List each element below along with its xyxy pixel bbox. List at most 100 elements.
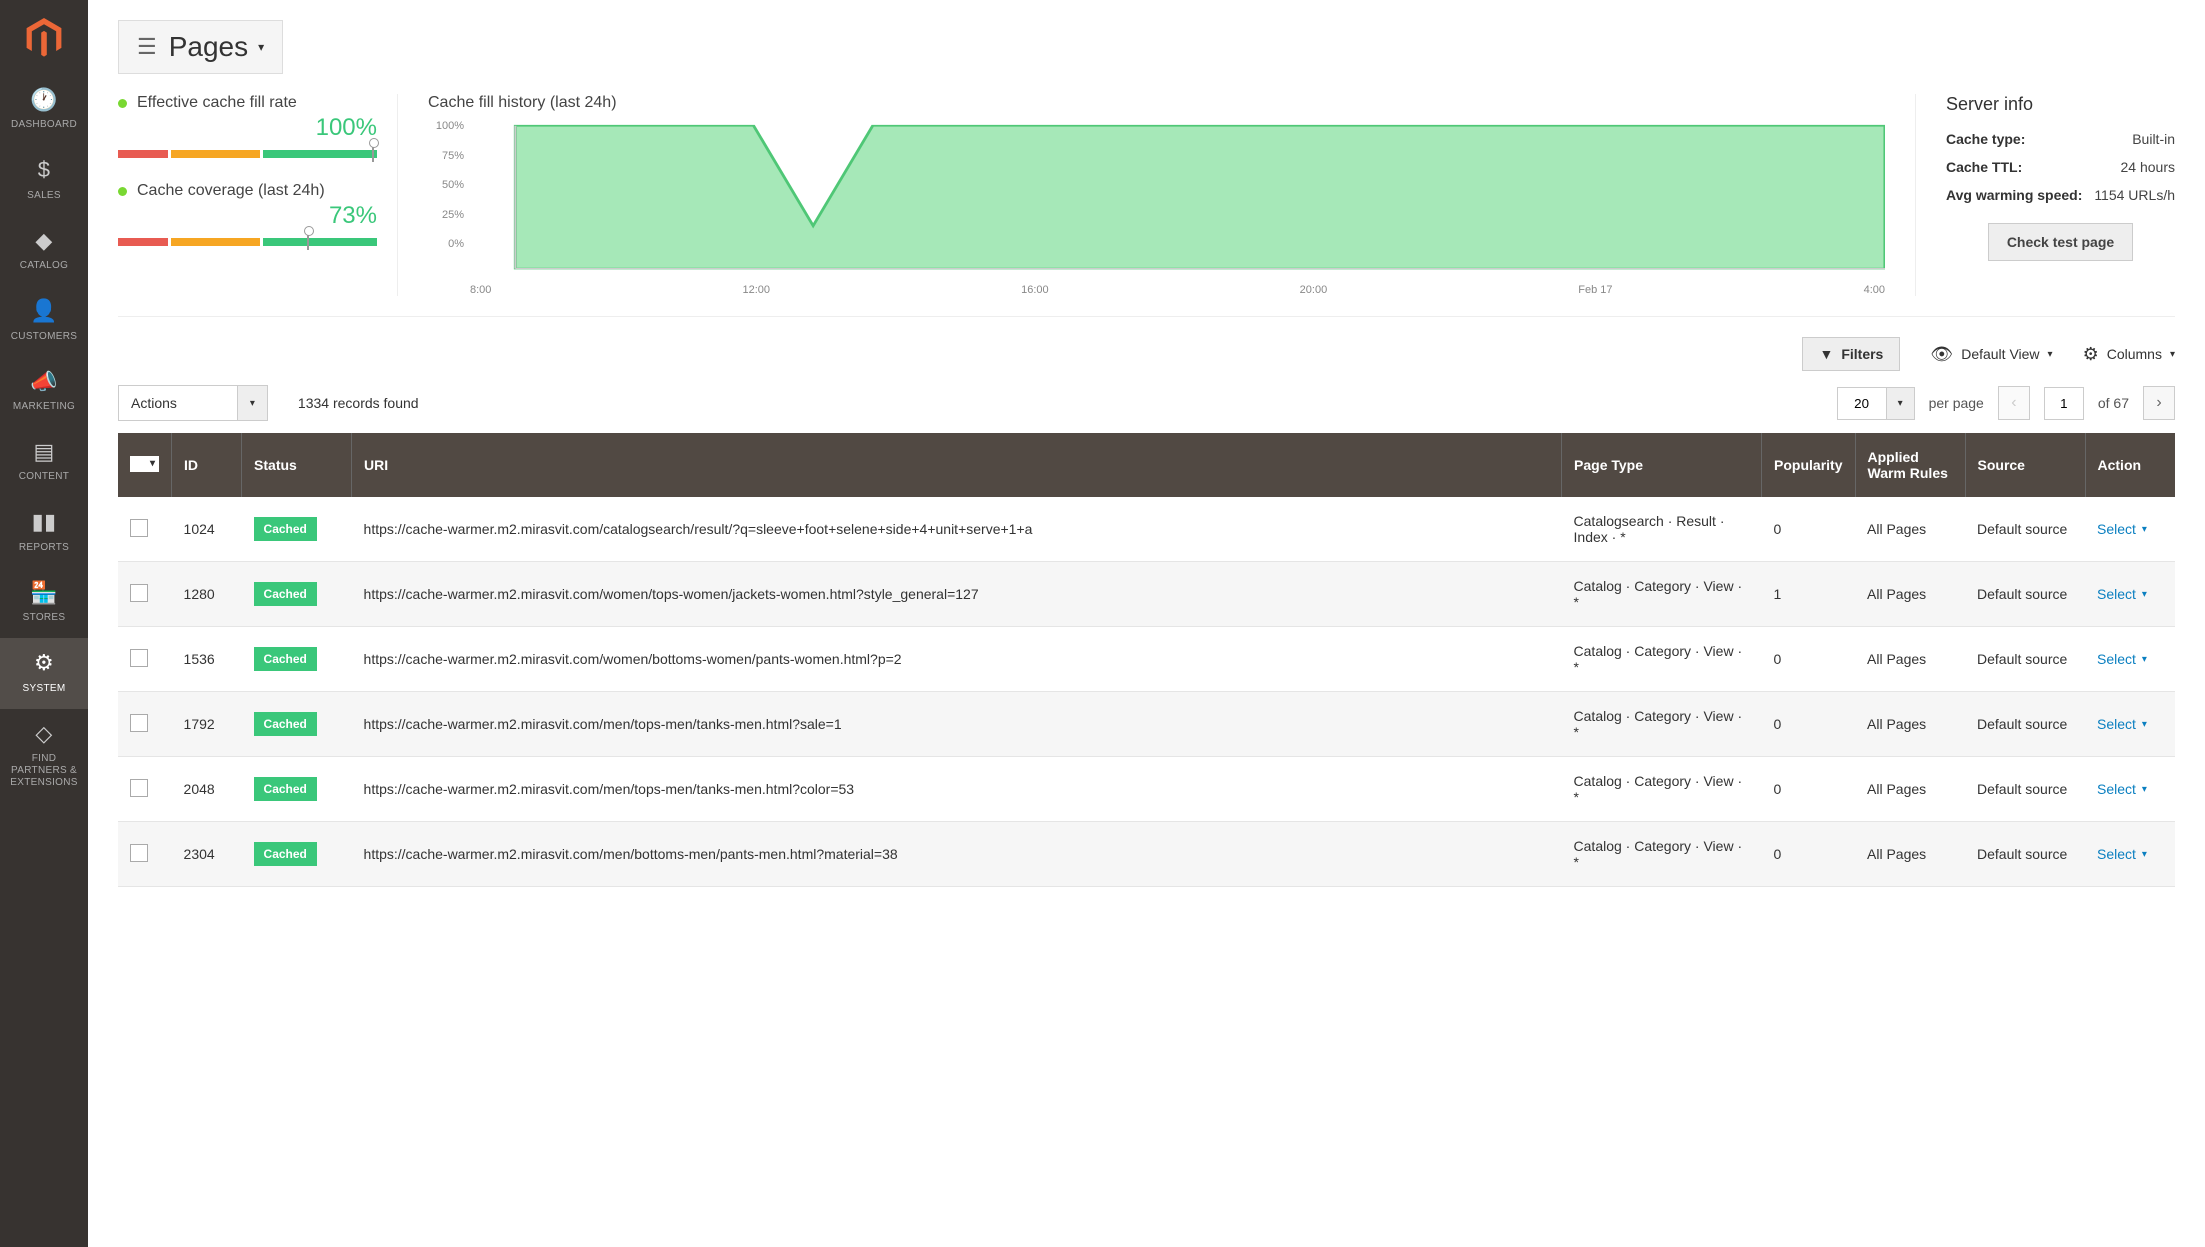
nav-marketing[interactable]: 📣 MARKETING [0, 357, 88, 427]
cell-rules: All Pages [1855, 562, 1965, 627]
chart-title: Cache fill history (last 24h) [428, 94, 1885, 112]
col-popularity[interactable]: Popularity [1762, 433, 1855, 497]
default-view-label: Default View [1961, 346, 2039, 362]
check-test-page-button[interactable]: Check test page [1988, 223, 2133, 261]
current-page-input[interactable] [2044, 387, 2084, 420]
chevron-down-icon: ▾ [238, 385, 268, 421]
row-checkbox[interactable] [130, 714, 148, 732]
coverage-value: 73% [118, 202, 377, 230]
chevron-down-icon: ▾ [2142, 654, 2147, 665]
cell-popularity: 0 [1762, 497, 1855, 562]
page-of-label: of 67 [2098, 395, 2129, 411]
nav-reports[interactable]: ▮▮REPORTS [0, 497, 88, 567]
chevron-down-icon: ▾ [1887, 387, 1915, 420]
row-action-select[interactable]: Select ▾ [2097, 586, 2147, 602]
row-checkbox[interactable] [130, 649, 148, 667]
col-status[interactable]: Status [242, 433, 352, 497]
row-checkbox[interactable] [130, 584, 148, 602]
row-action-select[interactable]: Select ▾ [2097, 781, 2147, 797]
cell-id: 1792 [172, 692, 242, 757]
mass-actions-dropdown[interactable]: Actions ▾ [118, 385, 268, 421]
cache-history-chart: Cache fill history (last 24h) 100%75%50%… [398, 94, 1915, 296]
filters-label: Filters [1841, 346, 1883, 362]
status-badge: Cached [254, 582, 317, 606]
nav-sales[interactable]: $SALES [0, 145, 88, 215]
cell-uri: https://cache-warmer.m2.mirasvit.com/men… [352, 757, 1562, 822]
server-info-val: 24 hours [2121, 159, 2175, 175]
cell-rules: All Pages [1855, 757, 1965, 822]
funnel-icon: ▼ [1819, 346, 1833, 362]
nav-system[interactable]: ⚙SYSTEM [0, 638, 88, 708]
cell-source: Default source [1965, 692, 2085, 757]
col-action[interactable]: Action [2085, 433, 2175, 497]
next-page-button[interactable]: › [2143, 386, 2175, 420]
nav-label: MARKETING [13, 401, 75, 413]
row-action-select[interactable]: Select ▾ [2097, 521, 2147, 537]
cache-metrics: Effective cache fill rate 100% Cache cov… [118, 94, 398, 296]
cell-rules: All Pages [1855, 692, 1965, 757]
content-icon: ▤ [33, 439, 54, 465]
marketing-icon: 📣 [30, 369, 58, 395]
cell-uri: https://cache-warmer.m2.mirasvit.com/men… [352, 692, 1562, 757]
columns-dropdown[interactable]: ⚙ Columns ▾ [2083, 344, 2175, 365]
cell-id: 2048 [172, 757, 242, 822]
records-found: 1334 records found [298, 395, 419, 411]
nav-customers[interactable]: 👤CUSTOMERS [0, 286, 88, 356]
col-id[interactable]: ID [172, 433, 242, 497]
default-view-dropdown[interactable]: 👁 Default View ▾ [1930, 344, 2052, 365]
cell-uri: https://cache-warmer.m2.mirasvit.com/wom… [352, 627, 1562, 692]
prev-page-button[interactable]: ‹ [1998, 386, 2030, 420]
chevron-down-icon: ▾ [2142, 784, 2147, 795]
table-row: 1536Cachedhttps://cache-warmer.m2.mirasv… [118, 627, 2175, 692]
filters-button[interactable]: ▼ Filters [1802, 337, 1900, 371]
cell-rules: All Pages [1855, 822, 1965, 887]
server-info-val: 1154 URLs/h [2094, 187, 2175, 203]
cell-type: Catalog · Category · View · * [1562, 562, 1762, 627]
main-content: ☰ Pages ▾ Effective cache fill rate 100%… [88, 0, 2205, 927]
gear-icon: ⚙ [2083, 344, 2099, 365]
nav-catalog[interactable]: ◆CATALOG [0, 216, 88, 286]
magento-logo[interactable] [0, 0, 88, 75]
chevron-down-icon: ▾ [2048, 349, 2053, 360]
server-info-row: Avg warming speed:1154 URLs/h [1946, 187, 2175, 203]
chart-area: 100%75%50%25%0% [428, 120, 1885, 280]
row-checkbox[interactable] [130, 519, 148, 537]
row-action-select[interactable]: Select ▾ [2097, 846, 2147, 862]
cell-source: Default source [1965, 822, 2085, 887]
admin-sidebar: 🕐DASHBOARD$SALES◆CATALOG👤CUSTOMERS 📣 MARKE… [0, 0, 88, 1247]
fill-rate-metric: Effective cache fill rate 100% [118, 94, 377, 158]
status-badge: Cached [254, 842, 317, 866]
cell-popularity: 0 [1762, 692, 1855, 757]
cell-id: 1280 [172, 562, 242, 627]
nav-partners[interactable]: ◇FIND PARTNERS & EXTENSIONS [0, 709, 88, 803]
cell-popularity: 0 [1762, 822, 1855, 887]
row-checkbox[interactable] [130, 844, 148, 862]
nav-label: CATALOG [20, 260, 68, 272]
server-info-key: Cache TTL: [1946, 159, 2022, 175]
col-type[interactable]: Page Type [1562, 433, 1762, 497]
chevron-down-icon: ▾ [2170, 349, 2175, 360]
fill-rate-value: 100% [118, 114, 377, 142]
row-action-select[interactable]: Select ▾ [2097, 716, 2147, 732]
cell-rules: All Pages [1855, 497, 1965, 562]
cell-popularity: 0 [1762, 627, 1855, 692]
page-title-dropdown[interactable]: ☰ Pages ▾ [118, 20, 283, 74]
nav-dashboard[interactable]: 🕐DASHBOARD [0, 75, 88, 145]
col-rules[interactable]: Applied Warm Rules [1855, 433, 1965, 497]
cell-id: 1536 [172, 627, 242, 692]
nav-content[interactable]: ▤CONTENT [0, 427, 88, 497]
cell-type: Catalog · Category · View · * [1562, 692, 1762, 757]
row-checkbox[interactable] [130, 779, 148, 797]
row-action-select[interactable]: Select ▾ [2097, 651, 2147, 667]
col-source[interactable]: Source [1965, 433, 2085, 497]
columns-label: Columns [2107, 346, 2162, 362]
select-all-checkbox[interactable]: ▾ [130, 456, 159, 472]
col-uri[interactable]: URI [352, 433, 1562, 497]
per-page-input[interactable] [1837, 387, 1887, 420]
status-badge: Cached [254, 517, 317, 541]
per-page-select[interactable]: ▾ [1837, 387, 1915, 420]
chart-y-labels: 100%75%50%25%0% [428, 120, 464, 250]
nav-stores[interactable]: 🏪STORES [0, 568, 88, 638]
coverage-metric: Cache coverage (last 24h) 73% [118, 182, 377, 246]
nav-label: SYSTEM [23, 683, 66, 695]
